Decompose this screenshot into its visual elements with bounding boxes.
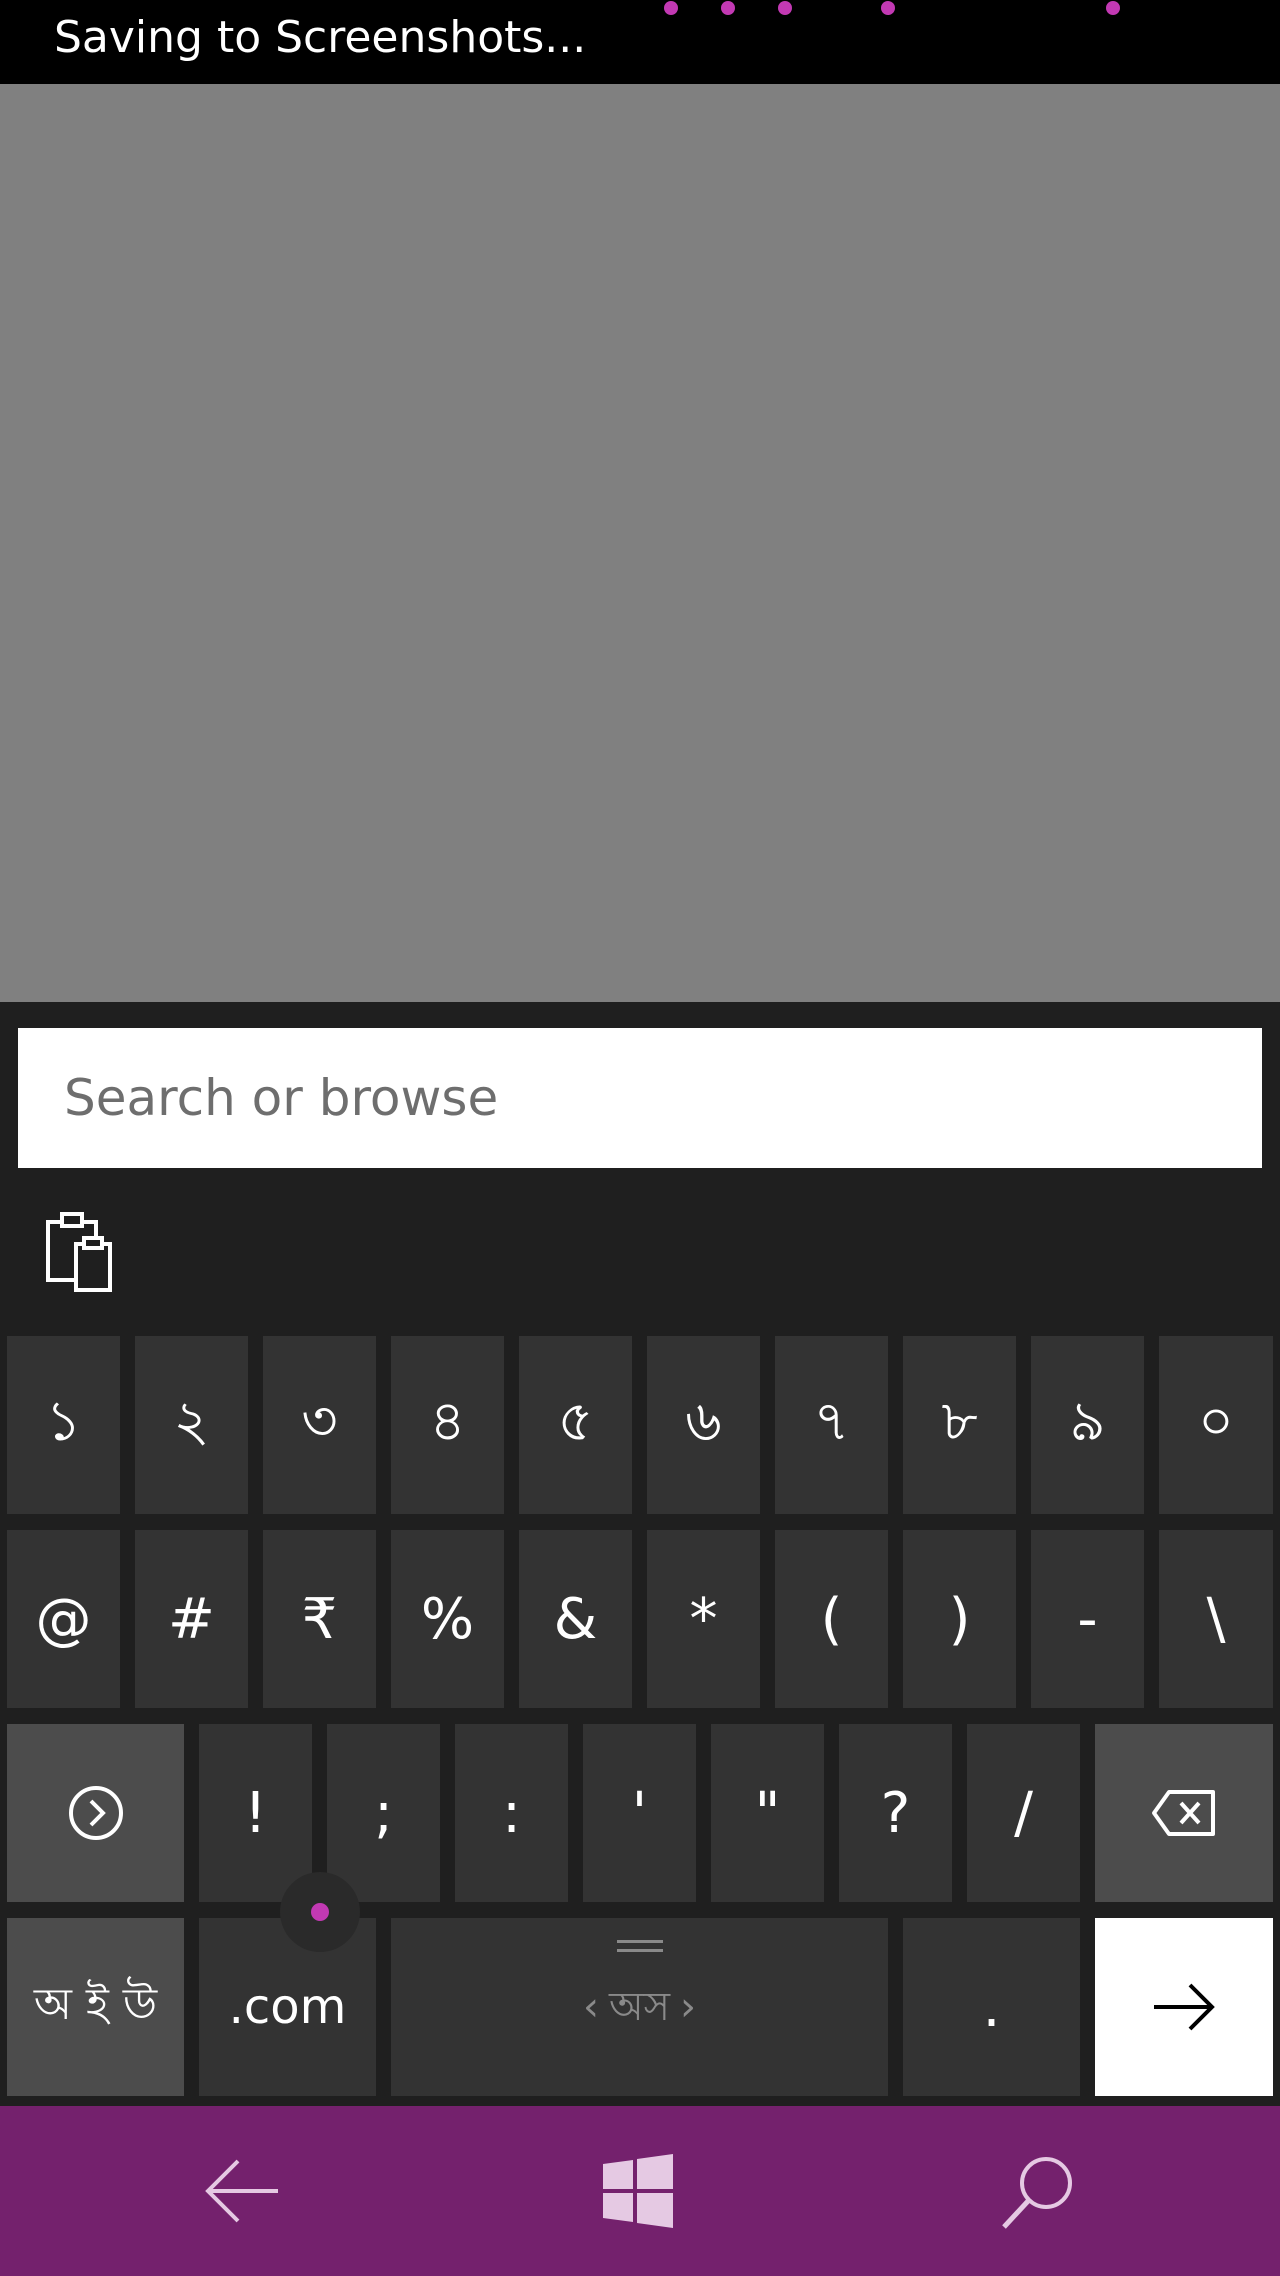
status-message: Saving to Screenshots...	[54, 12, 587, 63]
key-label: ₹	[301, 1586, 338, 1652]
text-cursor-handle[interactable]	[280, 1872, 360, 1952]
key-slash[interactable]: /	[967, 1724, 1080, 1902]
key-label: (	[820, 1586, 843, 1652]
navigation-bar	[0, 2106, 1280, 2276]
key-label: %	[420, 1586, 475, 1652]
key-label: ;	[374, 1780, 393, 1846]
chevron-right-icon: ›	[680, 1984, 697, 2030]
key-open-paren[interactable]: (	[775, 1530, 888, 1708]
key-rupee[interactable]: ₹	[263, 1530, 376, 1708]
key-ampersand[interactable]: &	[519, 1530, 632, 1708]
key-exclamation[interactable]: !	[199, 1724, 312, 1902]
key-label: #	[168, 1586, 215, 1652]
key-label: /	[1014, 1780, 1033, 1846]
key-2[interactable]: ২	[135, 1336, 248, 1514]
page-content	[0, 84, 1280, 1002]
key-4[interactable]: ৪	[391, 1336, 504, 1514]
key-label: \	[1206, 1586, 1226, 1652]
search-icon	[1002, 2157, 1072, 2229]
key-0[interactable]: ০	[1159, 1336, 1273, 1514]
key-label: ৯	[1069, 1389, 1106, 1454]
key-label: &	[553, 1586, 598, 1652]
backspace-icon	[1152, 1790, 1215, 1836]
key-label: '	[631, 1780, 648, 1846]
key-8[interactable]: ৮	[903, 1336, 1016, 1514]
period-key[interactable]: .	[903, 1918, 1080, 2096]
key-label: ০	[1197, 1389, 1235, 1454]
home-button[interactable]	[578, 2131, 698, 2251]
key-quote[interactable]: "	[711, 1724, 824, 1902]
emoji-icon	[68, 1786, 123, 1840]
back-arrow-icon	[205, 2159, 278, 2223]
progress-dot	[721, 1, 735, 15]
key-semicolon[interactable]: ;	[327, 1724, 440, 1902]
key-label: !	[244, 1780, 267, 1846]
windows-logo-icon	[603, 2154, 673, 2228]
key-label: :	[502, 1780, 521, 1846]
key-3[interactable]: ৩	[263, 1336, 376, 1514]
key-asterisk[interactable]: *	[647, 1530, 760, 1708]
emoji-key[interactable]	[7, 1724, 184, 1902]
back-button[interactable]	[182, 2131, 302, 2251]
key-question[interactable]: ?	[839, 1724, 952, 1902]
key-label: ৪	[429, 1389, 466, 1454]
enter-key[interactable]	[1095, 1918, 1273, 2096]
key-at[interactable]: @	[7, 1530, 120, 1708]
key-label: ?	[880, 1780, 911, 1846]
key-hash[interactable]: #	[135, 1530, 248, 1708]
space-language-label: অস	[608, 1984, 671, 2030]
key-label: ৬	[685, 1389, 722, 1454]
key-label: .com	[228, 1979, 347, 2035]
backspace-key[interactable]	[1095, 1724, 1273, 1902]
key-label: *	[689, 1586, 718, 1652]
key-apostrophe[interactable]: '	[583, 1724, 696, 1902]
key-label: ১	[45, 1389, 82, 1454]
key-5[interactable]: ৫	[519, 1336, 632, 1514]
progress-dot	[881, 1, 895, 15]
key-label: ৭	[813, 1389, 850, 1454]
key-1[interactable]: ১	[7, 1336, 120, 1514]
space-key[interactable]: ‹ অস ›	[391, 1918, 888, 2096]
key-7[interactable]: ৭	[775, 1336, 888, 1514]
search-placeholder: Search or browse	[64, 1069, 499, 1127]
key-label: .	[982, 1974, 1001, 2040]
key-label: "	[754, 1780, 781, 1846]
key-hyphen[interactable]: -	[1031, 1530, 1144, 1708]
key-colon[interactable]: :	[455, 1724, 568, 1902]
key-label: ৮	[941, 1389, 978, 1454]
key-label: @	[35, 1586, 92, 1652]
chevron-left-icon: ‹	[582, 1984, 599, 2030]
progress-dot	[1106, 1, 1120, 15]
status-bar: Saving to Screenshots...	[0, 0, 1280, 84]
key-label: অ ই উ	[33, 1978, 158, 2030]
progress-dot	[778, 1, 792, 15]
search-button[interactable]	[978, 2131, 1098, 2251]
drag-handle-icon[interactable]	[616, 1940, 663, 1952]
clipboard-button[interactable]	[36, 1208, 122, 1294]
language-switch-key[interactable]: অ ই উ	[7, 1918, 184, 2096]
key-label: ৩	[301, 1389, 338, 1454]
search-input[interactable]: Search or browse	[18, 1028, 1262, 1168]
key-percent[interactable]: %	[391, 1530, 504, 1708]
key-label: ২	[173, 1389, 210, 1454]
key-label: -	[1077, 1586, 1098, 1652]
arrow-right-icon	[1154, 1983, 1215, 2031]
key-label: ৫	[557, 1389, 594, 1454]
dotcom-key[interactable]: .com	[199, 1918, 376, 2096]
key-backslash[interactable]: \	[1159, 1530, 1273, 1708]
cursor-dot	[311, 1903, 329, 1921]
progress-dot	[664, 1, 678, 15]
key-label: )	[948, 1586, 971, 1652]
key-9[interactable]: ৯	[1031, 1336, 1144, 1514]
key-close-paren[interactable]: )	[903, 1530, 1016, 1708]
clipboard-icon	[46, 1212, 112, 1292]
key-6[interactable]: ৬	[647, 1336, 760, 1514]
